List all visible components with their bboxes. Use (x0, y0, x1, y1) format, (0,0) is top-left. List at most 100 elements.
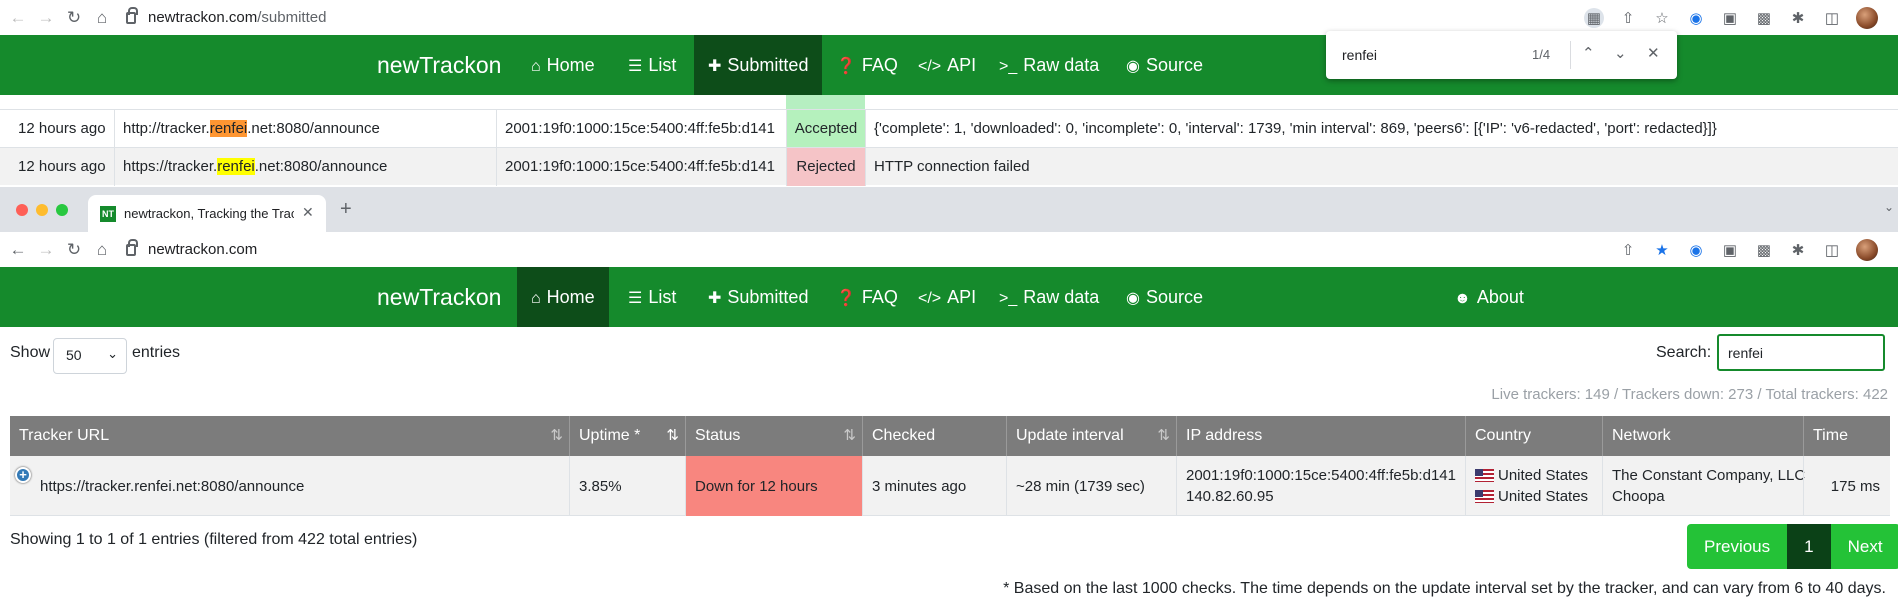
find-in-page-bar: renfei 1/4 ⌃ ⌄ ✕ (1326, 31, 1677, 79)
url-domain: newtrackon.com (148, 9, 258, 26)
nav-submitted[interactable]: ✚ Submitted (694, 267, 822, 327)
nav-faq[interactable]: ❓ FAQ (822, 267, 912, 327)
col-label: Tracker URL (19, 427, 110, 444)
profile-avatar[interactable] (1856, 6, 1878, 29)
reload-icon[interactable]: ↻ (60, 240, 88, 260)
us-flag-icon (1475, 490, 1494, 503)
nav-api-label: API (947, 55, 977, 75)
extension-grid-icon[interactable]: ▩ (1754, 8, 1774, 28)
cell-update-interval: ~28 min (1739 sec) (1016, 477, 1145, 495)
question-icon: ❓ (836, 58, 856, 75)
find-in-page-icon[interactable]: ▦ (1584, 7, 1604, 28)
nav-api[interactable]: </> API (904, 267, 990, 327)
extension-grid-icon[interactable]: ▩ (1754, 240, 1774, 260)
share-icon[interactable]: ⇧ (1618, 8, 1638, 28)
back-icon[interactable]: ← (4, 240, 32, 260)
home-icon[interactable]: ⌂ (88, 8, 116, 28)
find-previous-icon[interactable]: ⌃ (1582, 44, 1595, 62)
sidebar-icon[interactable]: ◫ (1822, 240, 1842, 260)
us-flag-icon (1475, 469, 1494, 482)
browser-tab[interactable]: NT newtrackon, Tracking the Track ✕ (88, 195, 326, 232)
puzzle-extensions-icon[interactable]: ✱ (1788, 240, 1808, 260)
previous-page-button[interactable]: Previous (1687, 524, 1788, 569)
col-label: Uptime * (579, 427, 641, 444)
expand-row-icon[interactable]: + (15, 467, 31, 483)
password-manager-icon[interactable]: ◉ (1686, 240, 1706, 260)
nav-submitted-label: Submitted (727, 55, 809, 75)
entries-per-page-select[interactable]: 50 ⌄ (53, 338, 127, 374)
tab-close-icon[interactable]: ✕ (302, 204, 314, 221)
forward-icon[interactable]: → (32, 8, 60, 28)
col-header-checked[interactable]: Checked (863, 416, 1006, 456)
bookmark-star-icon[interactable]: ★ (1652, 240, 1672, 260)
maximize-window-button[interactable] (56, 204, 68, 216)
col-header-status[interactable]: Status ⇅ (686, 416, 862, 456)
camera-icon[interactable]: ▣ (1720, 8, 1740, 28)
bookmark-star-icon[interactable]: ☆ (1652, 8, 1672, 28)
pagination-info: Showing 1 to 1 of 1 entries (filtered fr… (10, 531, 418, 548)
nav-about[interactable]: ☻ About (1440, 267, 1538, 327)
minimize-window-button[interactable] (36, 204, 48, 216)
brand-logo[interactable]: newTrackon (377, 267, 501, 327)
github-icon: ◉ (1126, 58, 1140, 75)
back-icon[interactable]: ← (4, 8, 32, 28)
new-tab-icon[interactable]: + (340, 198, 352, 221)
nav-source[interactable]: ◉ Source (1112, 267, 1217, 327)
url-prefix: https://tracker. (123, 158, 218, 175)
page-1-button[interactable]: 1 (1787, 524, 1831, 569)
close-window-button[interactable] (16, 204, 28, 216)
country-entry: United States (1475, 486, 1602, 507)
col-header-ip-address[interactable]: IP address (1177, 416, 1465, 456)
row-url: http://tracker.renfei.net:8080/announce (123, 110, 380, 148)
nav-list[interactable]: ☰ List (614, 267, 690, 327)
nav-faq-label: FAQ (861, 287, 898, 307)
col-header-update-interval[interactable]: Update interval ⇅ (1007, 416, 1176, 456)
tab-favicon: NT (100, 206, 116, 222)
home-icon[interactable]: ⌂ (88, 240, 116, 260)
cell-tracker-url: https://tracker.renfei.net:8080/announce (40, 477, 305, 495)
reload-icon[interactable]: ↻ (60, 8, 88, 28)
brand-logo[interactable]: newTrackon (377, 35, 501, 95)
forward-icon[interactable]: → (32, 240, 60, 260)
profile-avatar[interactable] (1856, 238, 1878, 261)
search-match: renfei (217, 158, 255, 175)
address-bar[interactable]: newtrackon.com/submitted (126, 6, 326, 26)
tab-strip: NT newtrackon, Tracking the Track ✕ + ⌄ (0, 187, 1898, 232)
nav-home[interactable]: ⌂ Home (517, 35, 609, 95)
tab-search-chevron-icon[interactable]: ⌄ (1884, 200, 1894, 214)
entries-per-page-value: 50 (66, 347, 82, 363)
nav-source[interactable]: ◉ Source (1112, 35, 1217, 95)
toolbar-icons: ⇧ ★ ◉ ▣ ▩ ✱ ◫ (1618, 232, 1878, 267)
table-row: + https://tracker.renfei.net:8080/announ… (10, 456, 1890, 516)
puzzle-extensions-icon[interactable]: ✱ (1788, 8, 1808, 28)
col-header-country[interactable]: Country (1466, 416, 1602, 456)
nav-raw-data[interactable]: >_ Raw data (985, 267, 1113, 327)
address-bar[interactable]: newtrackon.com (126, 238, 257, 258)
next-page-button[interactable]: Next (1830, 524, 1898, 569)
camera-icon[interactable]: ▣ (1720, 240, 1740, 260)
find-close-icon[interactable]: ✕ (1647, 44, 1660, 62)
top-browser-toolbar: ← → ↻ ⌂ newtrackon.com/submitted ▦ ⇧ ☆ ◉… (0, 0, 1898, 35)
cell-country: United States United States (1466, 456, 1602, 516)
nav-raw-data[interactable]: >_ Raw data (985, 35, 1113, 95)
col-header-tracker-url[interactable]: Tracker URL ⇅ (10, 416, 569, 456)
share-icon[interactable]: ⇧ (1618, 240, 1638, 260)
nav-list[interactable]: ☰ List (614, 35, 690, 95)
nav-raw-data-label: Raw data (1023, 287, 1100, 307)
search-input[interactable]: renfei (1717, 334, 1885, 371)
find-next-icon[interactable]: ⌄ (1614, 44, 1627, 62)
col-header-time[interactable]: Time (1804, 416, 1890, 456)
col-header-network[interactable]: Network (1603, 416, 1803, 456)
code-icon: </> (918, 290, 942, 307)
nav-home[interactable]: ⌂ Home (517, 267, 609, 327)
find-query[interactable]: renfei (1342, 47, 1377, 63)
nav-faq[interactable]: ❓ FAQ (822, 35, 912, 95)
col-header-uptime[interactable]: Uptime * ⇅ (570, 416, 685, 456)
password-manager-icon[interactable]: ◉ (1686, 8, 1706, 28)
nav-api[interactable]: </> API (904, 35, 990, 95)
row-ip: 2001:19f0:1000:15ce:5400:4ff:fe5b:d141 (505, 158, 775, 175)
network-name: The Constant Company, LLC (1612, 467, 1806, 484)
find-count: 1/4 (1532, 47, 1551, 62)
nav-submitted[interactable]: ✚ Submitted (694, 35, 823, 95)
sidebar-icon[interactable]: ◫ (1822, 8, 1842, 28)
